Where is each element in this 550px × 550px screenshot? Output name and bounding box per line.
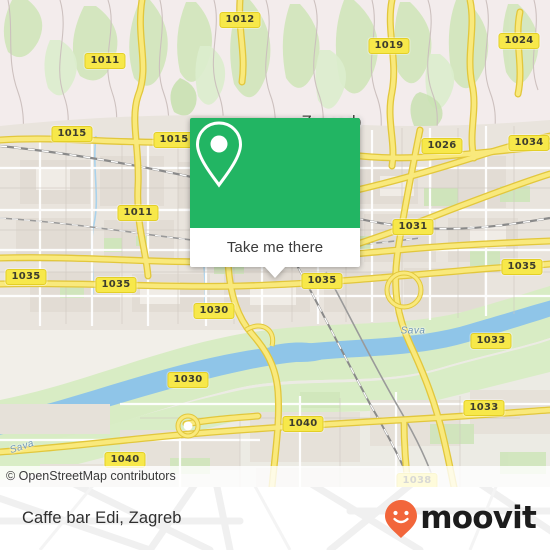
location-pin-icon	[195, 121, 243, 188]
moovit-wordmark: moovit	[420, 500, 537, 536]
road-shield: 1030	[167, 372, 209, 388]
road-shield: 1034	[508, 135, 550, 151]
road-shield: 1035	[5, 269, 47, 285]
road-shield: 1040	[282, 416, 324, 432]
road-shield: 1026	[421, 138, 463, 154]
take-me-there-label: Take me there	[226, 239, 324, 256]
road-shield: 1035	[301, 273, 343, 289]
map-attribution[interactable]: © OpenStreetMap contributors	[0, 466, 550, 487]
place-title: Caffe bar Edi, Zagreb	[22, 509, 182, 527]
popup-action[interactable]: Take me there	[190, 228, 360, 278]
road-shield: 1019	[368, 38, 410, 54]
road-shield: 1033	[463, 400, 505, 416]
popup-header	[190, 118, 360, 228]
road-shield: 1012	[219, 12, 261, 28]
road-shield: 1015	[153, 132, 195, 148]
road-shield: 1033	[470, 333, 512, 349]
footer-content: Caffe bar Edi, Zagreb moovit	[0, 487, 550, 550]
moovit-place-map-card: Zagreb Sava Sava 10121019102410111015101…	[0, 0, 550, 550]
road-shield: 1031	[392, 219, 434, 235]
footer-bar: Caffe bar Edi, Zagreb moovit	[0, 487, 550, 550]
popup-tail	[264, 266, 286, 278]
moovit-logo[interactable]: moovit	[384, 499, 537, 539]
road-shield: 1011	[117, 205, 159, 221]
road-shield: 1011	[84, 53, 126, 69]
road-shield: 1024	[498, 33, 540, 49]
road-shield: 1035	[95, 277, 137, 293]
road-shield: 1035	[501, 259, 543, 275]
road-shield: 1015	[51, 126, 93, 142]
map-canvas[interactable]: Zagreb Sava Sava 10121019102410111015101…	[0, 0, 550, 487]
place-popup[interactable]: Take me there	[190, 118, 360, 278]
moovit-smiley-pin-icon	[385, 499, 418, 538]
road-shield: 1030	[193, 303, 235, 319]
